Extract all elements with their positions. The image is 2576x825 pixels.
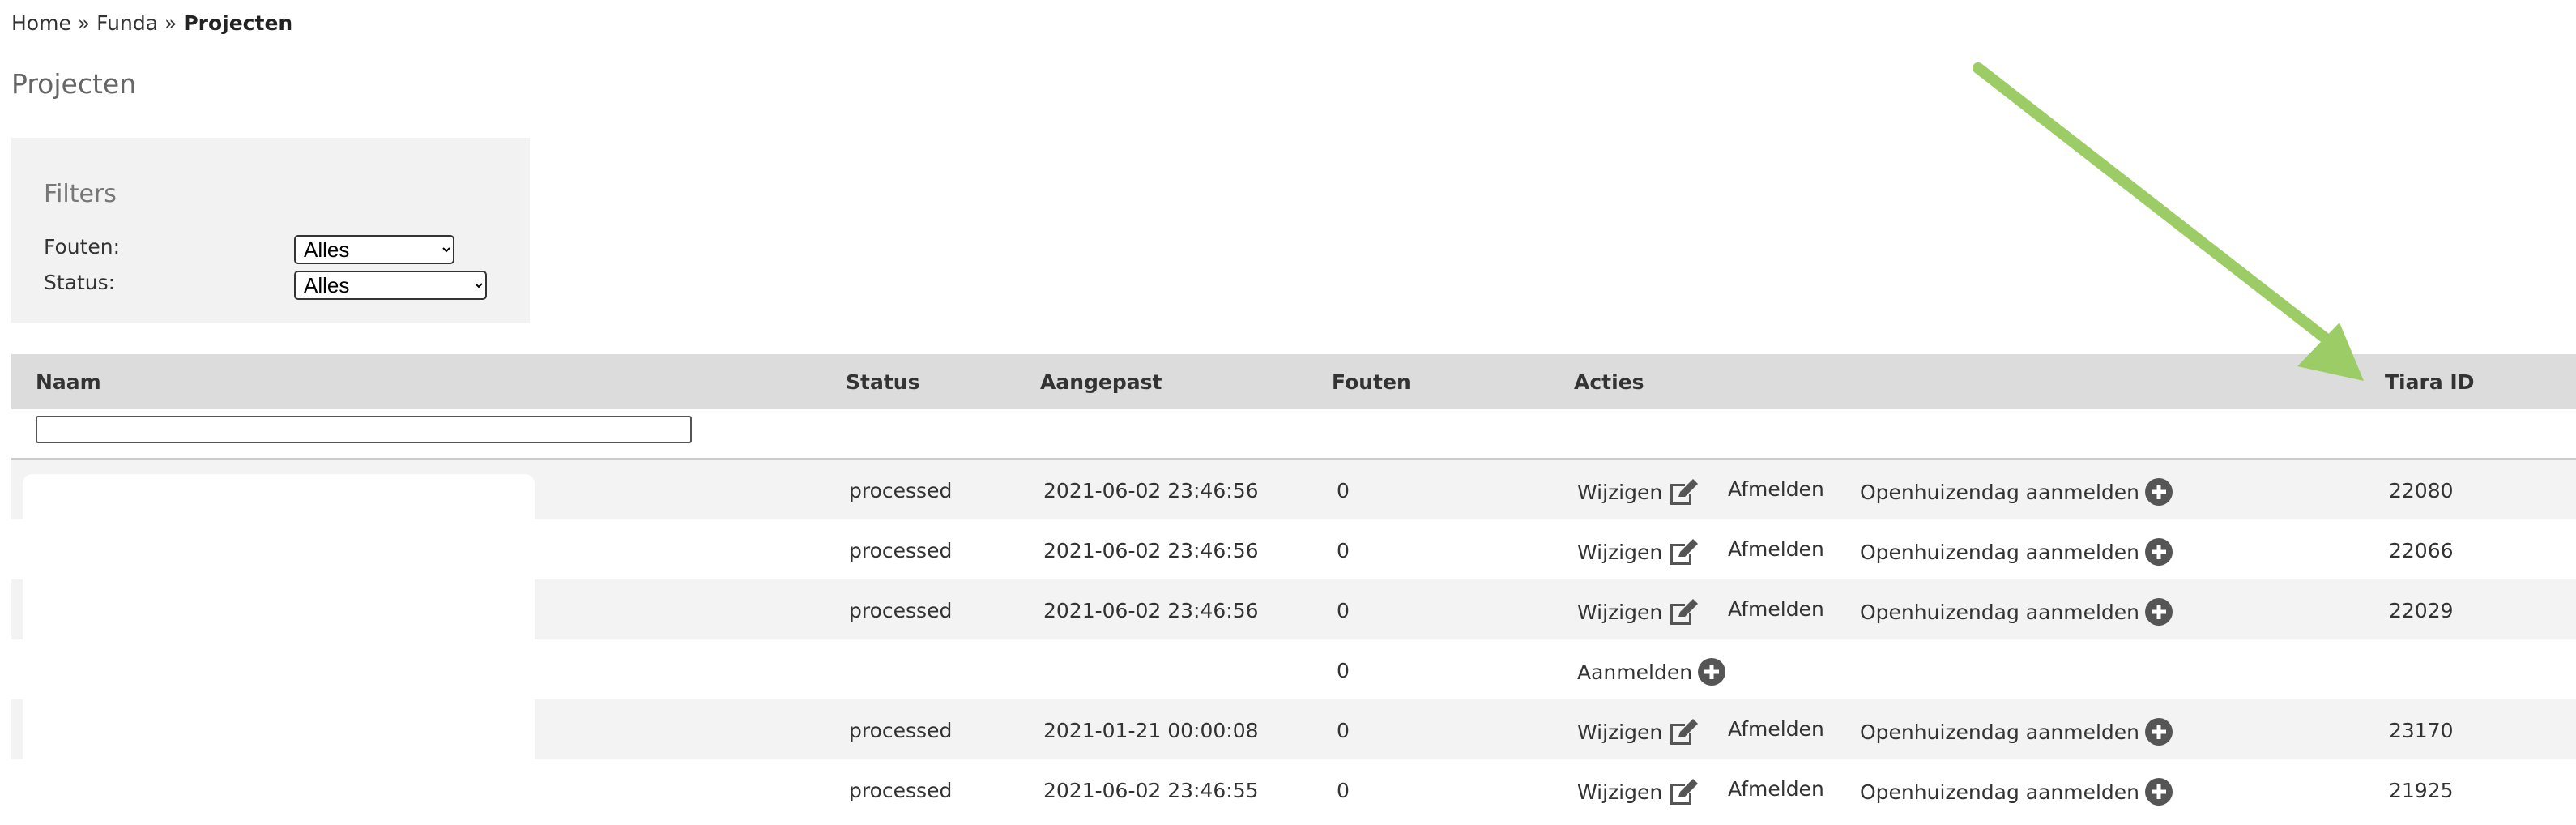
afmelden-link[interactable]: Afmelden xyxy=(1728,477,1824,501)
openhuizendag-label: Openhuizendag aanmelden xyxy=(1860,600,2140,624)
edit-icon xyxy=(1670,539,1699,565)
tiara-id-cell: 23170 xyxy=(2389,719,2454,742)
column-header-fouten[interactable]: Fouten xyxy=(1332,370,1411,394)
edit-icon xyxy=(1670,779,1699,805)
column-header-tiara-id[interactable]: Tiara ID xyxy=(2385,370,2474,394)
breadcrumb: Home» Funda» Projecten xyxy=(11,11,292,35)
wijzigen-link[interactable]: Wijzigen xyxy=(1577,717,1700,746)
status-filter-select[interactable]: Alles xyxy=(294,271,487,300)
fouten-filter-label: Fouten: xyxy=(44,235,121,259)
openhuizendag-label: Openhuizendag aanmelden xyxy=(1860,780,2140,804)
breadcrumb-separator: » xyxy=(77,11,91,35)
breadcrumb-separator: » xyxy=(164,11,177,35)
status-cell: processed xyxy=(849,539,953,562)
redacted-names-area xyxy=(23,474,535,767)
openhuizendag-aanmelden-link[interactable]: Openhuizendag aanmelden xyxy=(1860,777,2173,806)
edit-icon xyxy=(1670,719,1699,745)
fouten-cell: 0 xyxy=(1337,539,1350,562)
plus-circle-icon xyxy=(2145,718,2173,746)
afmelden-link[interactable]: Afmelden xyxy=(1728,717,1824,741)
fouten-cell: 0 xyxy=(1337,659,1350,682)
arrow-shaft xyxy=(1973,62,2334,346)
status-filter-label: Status: xyxy=(44,271,116,294)
status-cell: processed xyxy=(849,719,953,742)
openhuizendag-label: Openhuizendag aanmelden xyxy=(1860,720,2140,744)
table-header: Naam Status Aangepast Fouten Acties Tiar… xyxy=(11,354,2576,409)
edit-icon xyxy=(1670,599,1699,625)
tiara-id-cell: 22080 xyxy=(2389,479,2454,502)
status-cell: processed xyxy=(849,479,953,502)
openhuizendag-label: Openhuizendag aanmelden xyxy=(1860,540,2140,564)
fouten-cell: 0 xyxy=(1337,599,1350,622)
aangepast-cell: 2021-06-02 23:46:56 xyxy=(1043,479,1259,502)
aangepast-cell: 2021-06-02 23:46:55 xyxy=(1043,779,1259,802)
afmelden-link[interactable]: Afmelden xyxy=(1728,537,1824,561)
tiara-id-cell: 21925 xyxy=(2389,779,2454,802)
tiara-id-cell: 22029 xyxy=(2389,599,2454,622)
afmelden-link[interactable]: Afmelden xyxy=(1728,597,1824,621)
fouten-cell: 0 xyxy=(1337,779,1350,802)
aangepast-cell: 2021-06-02 23:46:56 xyxy=(1043,539,1259,562)
column-header-acties: Acties xyxy=(1574,370,1644,394)
wijzigen-label: Wijzigen xyxy=(1577,720,1663,744)
wijzigen-label: Wijzigen xyxy=(1577,780,1663,804)
table-row: processed 2021-06-02 23:46:55 0 Wijzigen… xyxy=(11,759,2576,819)
openhuizendag-label: Openhuizendag aanmelden xyxy=(1860,480,2140,504)
wijzigen-link[interactable]: Wijzigen xyxy=(1577,477,1700,507)
filters-title: Filters xyxy=(44,180,117,208)
aanmelden-link[interactable]: Aanmelden xyxy=(1577,657,1726,686)
afmelden-link[interactable]: Afmelden xyxy=(1728,777,1824,801)
tiara-id-cell: 22066 xyxy=(2389,539,2454,562)
column-header-naam[interactable]: Naam xyxy=(36,370,101,394)
status-cell: processed xyxy=(849,599,953,622)
fouten-filter-select[interactable]: Alles xyxy=(294,235,454,264)
aangepast-cell: 2021-06-02 23:46:56 xyxy=(1043,599,1259,622)
wijzigen-link[interactable]: Wijzigen xyxy=(1577,597,1700,626)
filters-panel: Filters Fouten: Alles Status: Alles xyxy=(11,138,530,323)
wijzigen-link[interactable]: Wijzigen xyxy=(1577,777,1700,806)
plus-circle-icon xyxy=(2145,538,2173,566)
fouten-cell: 0 xyxy=(1337,479,1350,502)
breadcrumb-funda-link[interactable]: Funda xyxy=(96,11,158,35)
openhuizendag-aanmelden-link[interactable]: Openhuizendag aanmelden xyxy=(1860,597,2173,626)
naam-filter-input[interactable] xyxy=(36,416,692,443)
aanmelden-label: Aanmelden xyxy=(1577,660,1693,684)
openhuizendag-aanmelden-link[interactable]: Openhuizendag aanmelden xyxy=(1860,477,2173,507)
status-cell: processed xyxy=(849,779,953,802)
wijzigen-link[interactable]: Wijzigen xyxy=(1577,537,1700,566)
plus-circle-icon xyxy=(2145,598,2173,626)
breadcrumb-home-link[interactable]: Home xyxy=(11,11,71,35)
openhuizendag-aanmelden-link[interactable]: Openhuizendag aanmelden xyxy=(1860,717,2173,746)
fouten-cell: 0 xyxy=(1337,719,1350,742)
breadcrumb-current: Projecten xyxy=(183,11,293,35)
column-header-status[interactable]: Status xyxy=(846,370,919,394)
plus-circle-icon xyxy=(2145,778,2173,806)
wijzigen-label: Wijzigen xyxy=(1577,540,1663,564)
column-header-aangepast[interactable]: Aangepast xyxy=(1040,370,1162,394)
edit-icon xyxy=(1670,479,1699,505)
openhuizendag-aanmelden-link[interactable]: Openhuizendag aanmelden xyxy=(1860,537,2173,566)
wijzigen-label: Wijzigen xyxy=(1577,600,1663,624)
table-filter-row xyxy=(11,409,2576,460)
plus-circle-icon xyxy=(2145,478,2173,506)
plus-circle-icon xyxy=(1698,658,1726,686)
page-title: Projecten xyxy=(11,68,137,100)
wijzigen-label: Wijzigen xyxy=(1577,480,1663,504)
aangepast-cell: 2021-01-21 00:00:08 xyxy=(1043,719,1259,742)
